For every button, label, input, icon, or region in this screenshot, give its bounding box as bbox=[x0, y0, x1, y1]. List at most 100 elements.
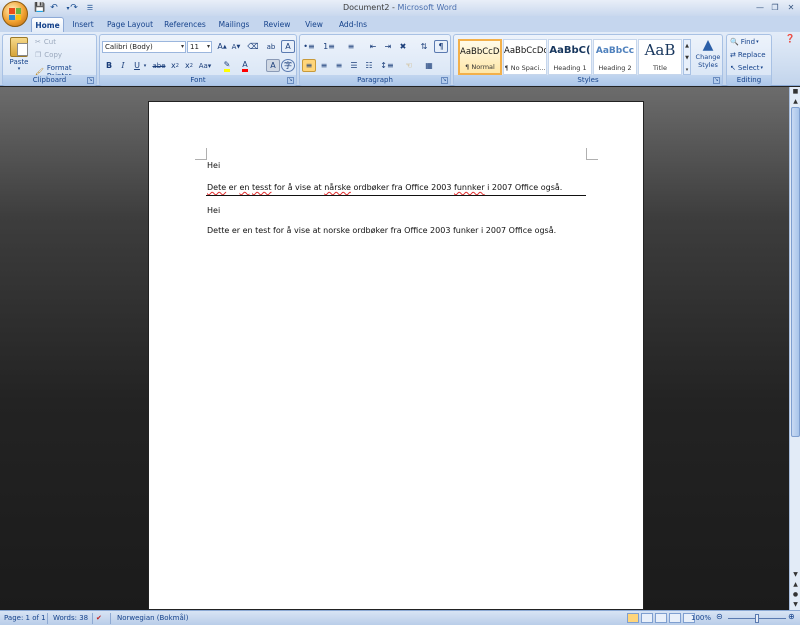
style-heading-2[interactable]: AaBbCc Heading 2 bbox=[593, 39, 637, 75]
shrink-font-icon[interactable]: A ▼ bbox=[229, 40, 243, 53]
replace-button[interactable]: ⇄ Replace bbox=[730, 51, 766, 59]
tab-insert[interactable]: Insert bbox=[68, 17, 98, 32]
print-layout-icon[interactable] bbox=[627, 613, 639, 623]
underline-dropdown-icon[interactable]: ▾ bbox=[142, 59, 148, 72]
misspelled-word[interactable]: funnker bbox=[454, 183, 485, 192]
bullets-icon[interactable]: •≡ bbox=[302, 40, 316, 53]
select-browse-object-icon[interactable]: ● bbox=[791, 590, 800, 600]
tab-mailings[interactable]: Mailings bbox=[214, 17, 254, 32]
language-indicator[interactable]: Norwegian (Bokmål) bbox=[117, 614, 188, 622]
restore-icon[interactable]: ❐ bbox=[768, 2, 782, 13]
styles-launcher-icon[interactable]: ↘ bbox=[713, 77, 720, 84]
multilevel-list-icon[interactable]: ≡ bbox=[344, 40, 358, 53]
doc-line-4[interactable]: Dette er en test for å vise at norske or… bbox=[207, 226, 556, 235]
italic-icon[interactable]: I bbox=[116, 59, 130, 72]
scroll-down-icon[interactable]: ▼ bbox=[684, 52, 690, 64]
line-spacing-icon[interactable]: ↕≡ bbox=[380, 59, 394, 72]
enclose-characters-icon[interactable]: 字 bbox=[281, 59, 295, 72]
style-heading-1[interactable]: AaBbC(Heading 1 bbox=[548, 39, 592, 75]
change-styles-button[interactable]: ▲ Change Styles bbox=[693, 37, 723, 75]
character-shading-icon[interactable]: A bbox=[266, 59, 280, 72]
paragraph-group: •≡ 1≡ ≡ ⇤ ⇥ ✖ ⇅ ¶ ≡ ≡ ≡ ☰ ☷ ↕≡ ☜ ▦ Parag… bbox=[299, 34, 451, 86]
character-border-icon[interactable]: A bbox=[281, 40, 295, 53]
help-icon[interactable]: ❓ bbox=[785, 34, 795, 43]
scroll-up-icon[interactable]: ▲ bbox=[684, 40, 690, 52]
font-family-select[interactable]: Calibri (Body) ▾ bbox=[102, 41, 186, 53]
align-right-icon[interactable]: ≡ bbox=[332, 59, 346, 72]
scroll-up-icon[interactable]: ▲ bbox=[791, 97, 800, 107]
zoom-in-icon[interactable]: ⊕ bbox=[788, 612, 795, 621]
paragraph-launcher-icon[interactable]: ↘ bbox=[441, 77, 448, 84]
minimize-icon[interactable]: — bbox=[753, 2, 767, 13]
tab-add-ins[interactable]: Add-Ins bbox=[334, 17, 372, 32]
numbering-icon[interactable]: 1≡ bbox=[322, 40, 336, 53]
doc-line-2[interactable]: Dete er en tesst for å vise at nårske or… bbox=[207, 183, 562, 192]
ruler-toggle-icon[interactable]: ■ bbox=[791, 87, 800, 97]
highlight-icon[interactable]: ✎ bbox=[220, 59, 234, 72]
doc-line-1[interactable]: Hei bbox=[207, 161, 220, 170]
misspelled-word[interactable]: tesst bbox=[252, 183, 272, 192]
copy-button[interactable]: ❐ Copy bbox=[35, 51, 62, 59]
doc-line-3[interactable]: Hei bbox=[207, 206, 220, 215]
outline-icon[interactable] bbox=[669, 613, 681, 623]
document-page[interactable] bbox=[148, 101, 644, 610]
vertical-scrollbar[interactable]: ■ ▲ ▼ ▲ ● ▼ bbox=[789, 87, 800, 610]
sort-icon[interactable]: ⇅ bbox=[417, 40, 431, 53]
misspelled-word[interactable]: nårske bbox=[324, 183, 351, 192]
scroll-down-icon[interactable]: ▼ bbox=[791, 570, 800, 580]
tab-page-layout[interactable]: Page Layout bbox=[104, 17, 156, 32]
zoom-slider-thumb[interactable] bbox=[755, 614, 759, 623]
cut-button[interactable]: ✂ Cut bbox=[35, 38, 56, 46]
office-logo-icon bbox=[9, 8, 21, 20]
asian-layout-icon[interactable]: ✖ bbox=[396, 40, 410, 53]
next-page-icon[interactable]: ▼ bbox=[791, 600, 800, 610]
font-size-select[interactable]: 11 ▾ bbox=[187, 41, 212, 53]
zoom-level[interactable]: 100% bbox=[691, 614, 711, 622]
clipboard-launcher-icon[interactable]: ↘ bbox=[87, 77, 94, 84]
tab-home[interactable]: Home bbox=[31, 17, 64, 32]
tab-review[interactable]: Review bbox=[262, 17, 292, 32]
bold-icon[interactable]: B bbox=[102, 59, 116, 72]
close-icon[interactable]: ✕ bbox=[784, 2, 798, 13]
superscript-icon[interactable]: x2 bbox=[182, 59, 196, 72]
justify-icon[interactable]: ☰ bbox=[347, 59, 361, 72]
subscript-icon[interactable]: x2 bbox=[168, 59, 182, 72]
web-layout-icon[interactable] bbox=[655, 613, 667, 623]
style-title[interactable]: AaB Title bbox=[638, 39, 682, 75]
page-count[interactable]: Page: 1 of 1 bbox=[4, 614, 46, 622]
phonetic-guide-icon[interactable]: ab bbox=[264, 40, 278, 53]
previous-page-icon[interactable]: ▲ bbox=[791, 580, 800, 590]
tab-view[interactable]: View bbox=[300, 17, 328, 32]
borders-icon[interactable]: ▦ bbox=[422, 59, 436, 72]
decrease-indent-icon[interactable]: ⇤ bbox=[366, 40, 380, 53]
style-no-spacing[interactable]: AaBbCcDc ¶ No Spaci... bbox=[503, 39, 547, 75]
align-left-icon[interactable]: ≡ bbox=[302, 59, 316, 72]
increase-indent-icon[interactable]: ⇥ bbox=[381, 40, 395, 53]
style-normal[interactable]: AaBbCcDc ¶ Normal bbox=[458, 39, 502, 75]
zoom-slider[interactable] bbox=[728, 614, 786, 623]
pilcrow-icon[interactable]: ¶ bbox=[434, 40, 448, 53]
font-color-icon[interactable]: A bbox=[238, 59, 252, 72]
full-screen-reading-icon[interactable] bbox=[641, 613, 653, 623]
styles-scroll[interactable]: ▲ ▼ ▾ bbox=[683, 39, 691, 75]
misspelled-word[interactable]: Dete bbox=[207, 183, 226, 192]
office-button[interactable] bbox=[2, 1, 28, 27]
misspelled-word[interactable]: en bbox=[239, 183, 249, 192]
paste-button[interactable]: Paste ▾ bbox=[7, 37, 31, 73]
scissors-icon: ✂ bbox=[35, 38, 41, 46]
scroll-thumb[interactable] bbox=[791, 107, 800, 437]
font-launcher-icon[interactable]: ↘ bbox=[287, 77, 294, 84]
clear-formatting-icon[interactable]: ⌫ bbox=[246, 40, 260, 53]
select-button[interactable]: ↖ Select ▾ bbox=[730, 64, 763, 72]
tab-references[interactable]: References bbox=[162, 17, 208, 32]
zoom-out-icon[interactable]: ⊝ bbox=[716, 612, 723, 621]
grow-font-icon[interactable]: A ▲ bbox=[215, 40, 229, 53]
strikethrough-icon[interactable]: abe bbox=[152, 59, 166, 72]
change-case-icon[interactable]: Aa▾ bbox=[198, 59, 212, 72]
shading-icon[interactable]: ☜ bbox=[402, 59, 416, 72]
align-center-icon[interactable]: ≡ bbox=[317, 59, 331, 72]
word-count[interactable]: Words: 38 bbox=[53, 614, 88, 622]
proofing-icon[interactable]: ✔ bbox=[96, 614, 102, 622]
distributed-icon[interactable]: ☷ bbox=[362, 59, 376, 72]
find-button[interactable]: 🔍 Find ▾ bbox=[730, 38, 759, 46]
